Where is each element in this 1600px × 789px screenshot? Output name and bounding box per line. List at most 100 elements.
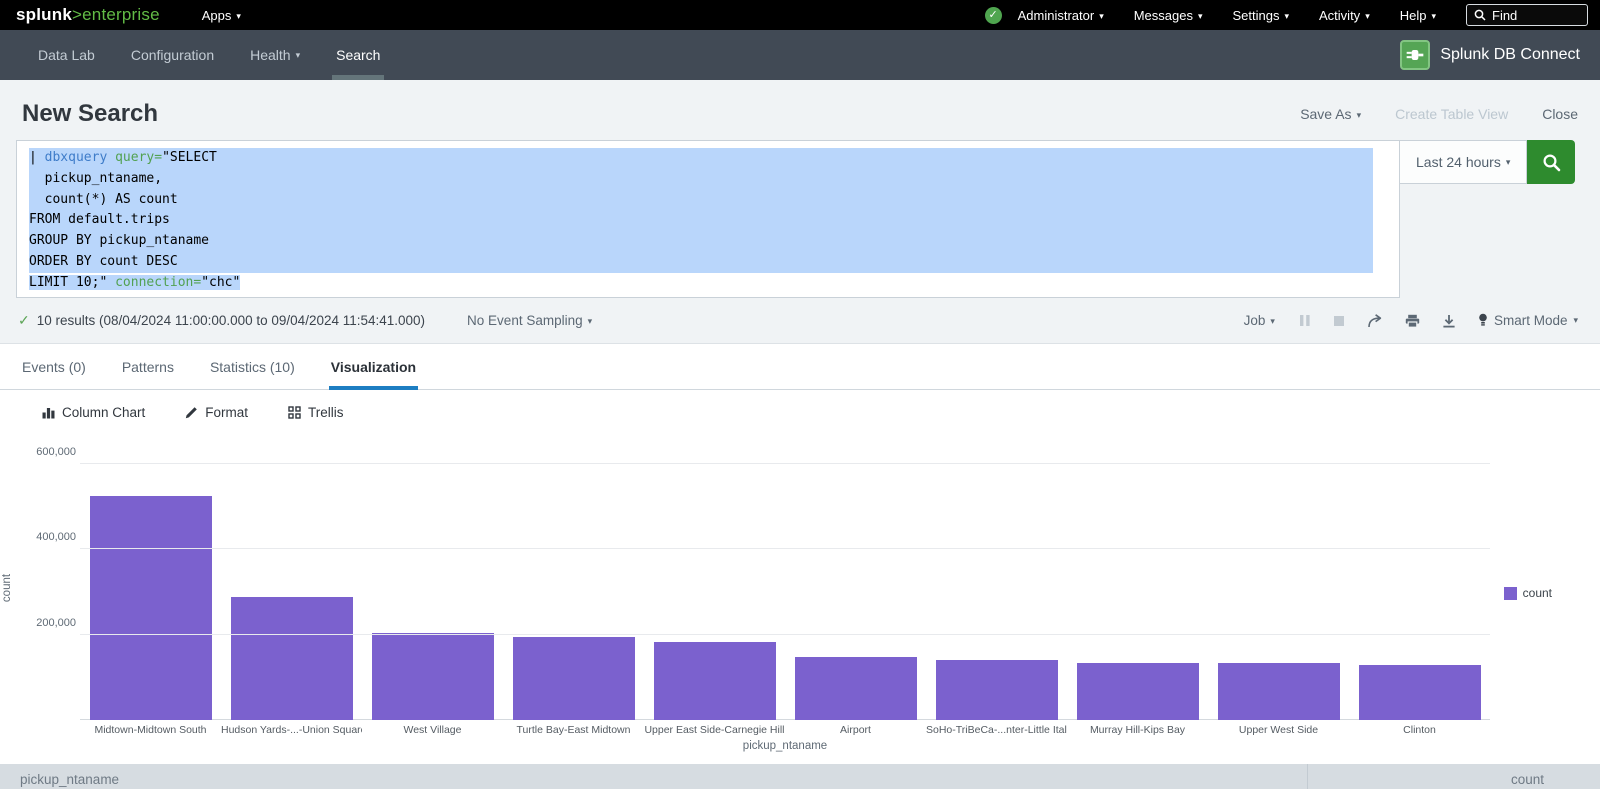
legend-swatch xyxy=(1504,587,1517,600)
results-summary: 10 results (08/04/2024 11:00:00.000 to 0… xyxy=(37,313,425,328)
find-placeholder: Find xyxy=(1492,8,1517,23)
x-axis-label: Upper East Side-Carnegie Hill xyxy=(644,724,785,736)
y-tick-label: 600,000 xyxy=(36,446,76,458)
logo-enterprise-text: enterprise xyxy=(82,5,160,24)
tab-statistics[interactable]: Statistics (10) xyxy=(208,344,297,389)
search-button[interactable] xyxy=(1527,140,1575,184)
chart-type-picker[interactable]: Column Chart xyxy=(42,405,145,420)
column-chart-icon xyxy=(42,406,55,419)
x-axis-label: Midtown-Midtown South xyxy=(80,724,221,736)
table-col-pickup-ntaname[interactable]: pickup_ntaname xyxy=(20,772,119,787)
y-tick-label: 400,000 xyxy=(36,531,76,543)
y-tick-label: 200,000 xyxy=(36,617,76,629)
x-axis-label: SoHo-TriBeCa-...nter-Little Italy xyxy=(926,724,1067,736)
chevron-down-icon: ▾ xyxy=(1357,110,1362,120)
gridline xyxy=(80,634,1490,635)
chevron-down-icon: ▾ xyxy=(1099,11,1104,21)
chart-bar[interactable] xyxy=(1359,665,1481,720)
x-axis-label: Hudson Yards-...-Union Square xyxy=(221,724,362,736)
splunk-enterprise-logo[interactable]: splunk>enterprise xyxy=(16,5,160,25)
query-line: GROUP BY pickup_ntaname xyxy=(29,231,1373,252)
column-divider xyxy=(1307,764,1308,789)
job-menu[interactable]: Job▾ xyxy=(1244,313,1275,328)
chart-bar[interactable] xyxy=(936,660,1058,720)
nav-item-data-lab[interactable]: Data Lab xyxy=(20,30,113,80)
query-line: ORDER BY count DESC xyxy=(29,252,1373,273)
statistics-table-header: pickup_ntaname count xyxy=(0,764,1600,789)
chevron-down-icon: ▾ xyxy=(1198,11,1203,21)
tab-patterns[interactable]: Patterns xyxy=(120,344,176,389)
results-tab-bar: Events (0) Patterns Statistics (10) Visu… xyxy=(0,344,1600,390)
chart-bar[interactable] xyxy=(1077,663,1199,720)
query-line: FROM default.trips xyxy=(29,210,1373,231)
y-axis-ticks: 200,000 400,000 600,000 xyxy=(4,449,76,720)
close-button[interactable]: Close xyxy=(1542,106,1578,122)
search-section: New Search Save As▾ Create Table View Cl… xyxy=(0,80,1600,344)
apps-menu[interactable]: Apps▾ xyxy=(202,8,241,23)
page-title: New Search xyxy=(22,100,158,128)
logo-gt-glyph: > xyxy=(72,5,82,24)
health-status-icon[interactable]: ✓ xyxy=(985,7,1002,24)
chart-bar[interactable] xyxy=(795,657,917,720)
job-done-check-icon: ✓ xyxy=(18,312,30,329)
chevron-down-icon: ▾ xyxy=(1270,316,1275,326)
search-query-editor[interactable]: | dbxquery query="SELECT pickup_ntaname,… xyxy=(16,140,1400,298)
messages-menu[interactable]: Messages▾ xyxy=(1134,8,1203,23)
administrator-menu[interactable]: Administrator▾ xyxy=(1018,8,1104,23)
chevron-down-icon: ▾ xyxy=(236,11,241,21)
table-col-count[interactable]: count xyxy=(1511,772,1544,787)
nav-item-search[interactable]: Search xyxy=(318,30,398,80)
chevron-down-icon: ▾ xyxy=(296,50,301,61)
event-sampling-menu[interactable]: No Event Sampling▾ xyxy=(467,313,592,328)
settings-menu[interactable]: Settings▾ xyxy=(1233,8,1290,23)
help-menu[interactable]: Help▾ xyxy=(1400,8,1436,23)
chart-bar[interactable] xyxy=(654,642,776,720)
tab-events[interactable]: Events (0) xyxy=(20,344,88,389)
gridline xyxy=(80,548,1490,549)
export-download-icon[interactable] xyxy=(1442,314,1456,328)
chart-bar[interactable] xyxy=(513,637,635,720)
chart-bar[interactable] xyxy=(231,597,353,720)
chevron-down-icon: ▾ xyxy=(1573,315,1578,326)
chart-bar[interactable] xyxy=(1218,663,1340,720)
query-line: | dbxquery query="SELECT xyxy=(29,148,1373,169)
query-line: LIMIT 10;" connection="chc" xyxy=(29,273,1387,294)
search-icon xyxy=(1474,9,1486,21)
chart-bar[interactable] xyxy=(372,633,494,720)
nav-item-health[interactable]: Health▾ xyxy=(232,30,318,80)
activity-menu[interactable]: Activity▾ xyxy=(1319,8,1370,23)
pencil-icon xyxy=(185,406,198,419)
chevron-down-icon: ▾ xyxy=(588,316,593,326)
format-button[interactable]: Format xyxy=(185,405,248,420)
create-table-view-button[interactable]: Create Table View xyxy=(1395,106,1508,122)
x-axis-labels: Midtown-Midtown SouthHudson Yards-...-Un… xyxy=(80,724,1490,736)
time-range-picker[interactable]: Last 24 hours▾ xyxy=(1400,140,1527,184)
visualization-toolbar: Column Chart Format Trellis xyxy=(0,390,1600,434)
spacer xyxy=(0,752,1600,764)
x-axis-label: Airport xyxy=(785,724,926,736)
logo-splunk-text: splunk xyxy=(16,5,72,24)
nav-item-configuration[interactable]: Configuration xyxy=(113,30,232,80)
pause-job-icon[interactable] xyxy=(1299,314,1311,327)
lightbulb-icon xyxy=(1478,313,1488,328)
print-icon[interactable] xyxy=(1405,314,1420,328)
column-chart: count 200,000 400,000 600,000 Midtown-Midt… xyxy=(0,434,1600,752)
search-icon xyxy=(1542,153,1561,172)
chevron-down-icon: ▾ xyxy=(1506,157,1511,168)
x-axis-label: Upper West Side xyxy=(1208,724,1349,736)
search-mode-menu[interactable]: Smart Mode▾ xyxy=(1478,313,1578,328)
x-axis-label: Clinton xyxy=(1349,724,1490,736)
app-title: Splunk DB Connect xyxy=(1440,46,1580,64)
chart-plot-area xyxy=(80,449,1490,720)
chart-bar[interactable] xyxy=(90,496,212,720)
save-as-button[interactable]: Save As▾ xyxy=(1300,106,1361,122)
app-nav-bar: Data Lab Configuration Health▾ Search Sp… xyxy=(0,30,1600,80)
find-search-input[interactable]: Find xyxy=(1466,4,1588,26)
share-job-icon[interactable] xyxy=(1367,314,1383,328)
db-connect-plug-icon[interactable] xyxy=(1400,40,1430,70)
trellis-button[interactable]: Trellis xyxy=(288,405,344,420)
query-line: count(*) AS count xyxy=(29,190,1373,211)
tab-visualization[interactable]: Visualization xyxy=(329,344,418,389)
chart-legend[interactable]: count xyxy=(1504,586,1552,600)
stop-job-icon[interactable] xyxy=(1333,315,1345,327)
